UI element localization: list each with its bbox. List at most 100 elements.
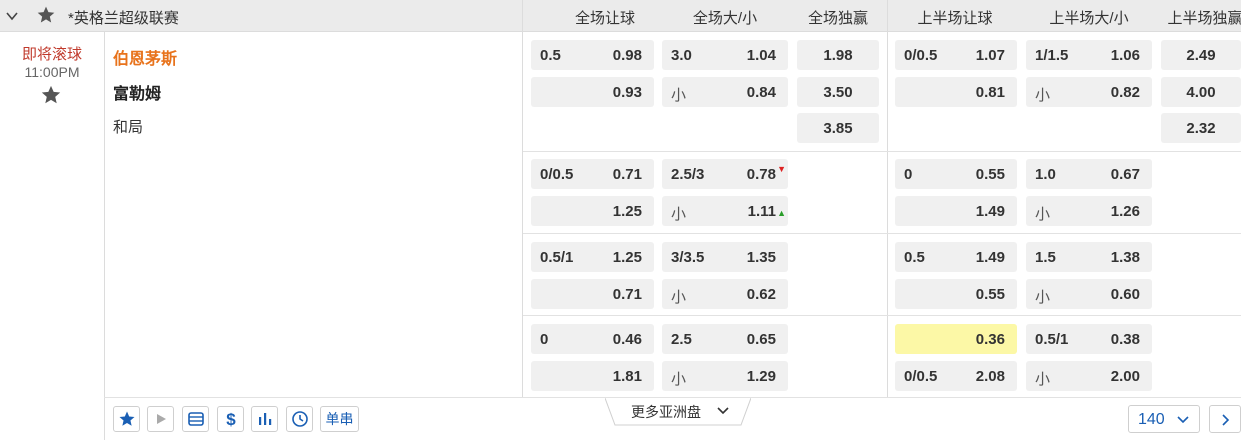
odds-cell-ht-hdp-away[interactable]: 0.55 xyxy=(895,279,1017,309)
col-ft-1x2: 全场独赢 xyxy=(807,10,868,27)
odds-cell-ht-1x2-home[interactable]: 2.49 xyxy=(1161,40,1241,70)
odds-cell-ft-hdp-home[interactable]: 0 0.46 xyxy=(531,324,654,354)
odds-value: 1.98 xyxy=(823,47,853,64)
odds-cell-ft-1x2-away[interactable]: 3.50 xyxy=(797,77,879,107)
odds-value: 2.49 xyxy=(1186,47,1216,64)
odds-value: 1.25 xyxy=(612,249,642,266)
odds-cell-ht-1x2-draw[interactable]: 2.32 xyxy=(1161,113,1241,143)
divider xyxy=(104,32,105,440)
odds-value: 0.81 xyxy=(975,84,1005,101)
odds-cell-ht-hdp-away[interactable]: 0.81 xyxy=(895,77,1017,107)
home-team: 伯恩茅斯 xyxy=(113,51,178,68)
handicap-line: 0 xyxy=(904,166,913,183)
handicap-line: 0/0.5 xyxy=(904,47,938,64)
odds-cell-ht-over[interactable]: 1.0 0.67 xyxy=(1026,159,1152,189)
total-line: 1/1.5 xyxy=(1035,47,1069,64)
odds-cell-ft-hdp-home[interactable]: 0.5/1 1.25 xyxy=(531,242,654,272)
total-line: 1.5 xyxy=(1035,249,1056,266)
odds-cell-ht-hdp-home[interactable]: 0 0.55 xyxy=(895,159,1017,189)
favorite-button[interactable] xyxy=(113,406,140,432)
odds-cell-ft-hdp-home[interactable]: 0.5 0.98 xyxy=(531,40,654,70)
odds-cell-ft-hdp-away[interactable]: 0.93 xyxy=(531,77,654,107)
odds-cell-ft-under[interactable]: 小 0.84 xyxy=(662,77,788,107)
odds-value: 0.67 xyxy=(1110,166,1140,183)
odds-cell-ht-hdp-away[interactable]: 0/0.5 2.08 xyxy=(895,361,1017,391)
handicap-line: 0 xyxy=(540,331,549,348)
odds-value: 0.62 xyxy=(746,286,776,303)
parlay-button[interactable]: 单串 xyxy=(320,406,359,432)
total-line: 2.5/3 xyxy=(671,166,705,183)
handicap-line: 0.5 xyxy=(540,47,561,64)
odds-value: 0.71 xyxy=(612,286,642,303)
odds-cell-ft-hdp-away[interactable]: 0.71 xyxy=(531,279,654,309)
odds-cell-ft-1x2-draw[interactable]: 3.85 xyxy=(797,113,879,143)
stats-button[interactable] xyxy=(251,406,278,432)
odds-cell-ht-hdp-away[interactable]: 1.49 xyxy=(895,196,1017,226)
odds-cell-ft-hdp-away[interactable]: 1.25 xyxy=(531,196,654,226)
total-line: 0.5/1 xyxy=(1035,331,1069,348)
odds-cell-ht-over[interactable]: 1/1.5 1.06 xyxy=(1026,40,1152,70)
star-icon[interactable] xyxy=(36,5,56,25)
odds-cell-ft-over[interactable]: 3.0 1.04 xyxy=(662,40,788,70)
scoreboard-button[interactable] xyxy=(182,406,209,432)
clock-icon xyxy=(291,411,308,427)
odds-value: 0.84 xyxy=(746,84,776,101)
divider xyxy=(887,0,888,398)
total-line: 3.0 xyxy=(671,47,692,64)
under-label: 小 xyxy=(1035,206,1051,223)
under-label: 小 xyxy=(671,206,687,223)
odds-cell-ft-under[interactable]: 小 1.29 xyxy=(662,361,788,391)
col-ft-handicap: 全场让球 xyxy=(574,10,635,27)
odds-cell-ft-over[interactable]: 2.5/3 0.78 ▼ xyxy=(662,159,788,189)
odds-cell-ht-hdp-home[interactable]: 0/0.5 1.07 xyxy=(895,40,1017,70)
cashout-button[interactable]: $ xyxy=(217,406,244,432)
handicap-line: 0.5 xyxy=(904,249,925,266)
chevron-right-icon xyxy=(1222,414,1230,426)
odds-cell-ft-over[interactable]: 2.5 0.65 xyxy=(662,324,788,354)
odds-cell-ft-under[interactable]: 小 0.62 xyxy=(662,279,788,309)
under-label: 小 xyxy=(671,87,687,104)
match-time-column: 即将滚球 11:00PM xyxy=(0,32,104,440)
odds-value: 3.50 xyxy=(823,84,853,101)
kickoff-time: 11:00PM xyxy=(24,64,80,80)
odds-cell-ht-under[interactable]: 小 1.26 xyxy=(1026,196,1152,226)
under-label: 小 xyxy=(1035,371,1051,388)
history-button[interactable] xyxy=(286,406,313,432)
live-stream-button[interactable] xyxy=(147,406,174,432)
more-asian-handicap-button[interactable]: 更多亚洲盘 xyxy=(605,398,751,426)
odds-cell-ft-over[interactable]: 3/3.5 1.35 xyxy=(662,242,788,272)
odds-cell-ht-over[interactable]: 1.5 1.38 xyxy=(1026,242,1152,272)
odds-cell-ht-1x2-away[interactable]: 4.00 xyxy=(1161,77,1241,107)
col-ft-over-under: 全场大/小 xyxy=(692,10,758,27)
odds-value: 0.55 xyxy=(975,166,1005,183)
odds-value: 1.49 xyxy=(975,249,1005,266)
divider xyxy=(523,233,1241,234)
page-size-select[interactable]: 140 xyxy=(1128,405,1200,433)
under-label: 小 xyxy=(671,289,687,306)
league-name[interactable]: *英格兰超级联赛 xyxy=(68,7,179,28)
league-header: *英格兰超级联赛 全场让球 全场大/小 全场独赢 上半场让球 上半场大/小 上半… xyxy=(0,0,1241,32)
under-label: 小 xyxy=(671,371,687,388)
total-line: 2.5 xyxy=(671,331,692,348)
odds-cell-ft-hdp-home[interactable]: 0/0.5 0.71 xyxy=(531,159,654,189)
next-page-button[interactable] xyxy=(1209,405,1241,433)
odds-value: 4.00 xyxy=(1186,84,1216,101)
odds-cell-ht-under[interactable]: 小 0.60 xyxy=(1026,279,1152,309)
odds-cell-ht-over[interactable]: 0.5/1 0.38 xyxy=(1026,324,1152,354)
odds-value: 0.98 xyxy=(612,47,642,64)
star-icon[interactable] xyxy=(40,84,62,106)
odds-cell-ht-under[interactable]: 小 0.82 xyxy=(1026,77,1152,107)
dollar-icon: $ xyxy=(226,410,236,428)
odds-cell-ft-under[interactable]: 小 1.11 ▲ xyxy=(662,196,788,226)
odds-cell-ht-hdp-home-selected[interactable]: 0.36 xyxy=(895,324,1017,354)
svg-text:$: $ xyxy=(226,410,236,428)
odds-cell-ht-hdp-home[interactable]: 0.5 1.49 xyxy=(895,242,1017,272)
odds-cell-ft-hdp-away[interactable]: 1.81 xyxy=(531,361,654,391)
odds-value: 0.46 xyxy=(612,331,642,348)
odds-cell-ht-under[interactable]: 小 2.00 xyxy=(1026,361,1152,391)
odds-value: 1.29 xyxy=(746,368,776,385)
odds-value: 1.07 xyxy=(975,47,1005,64)
handicap-line: 0.5/1 xyxy=(540,249,574,266)
chevron-down-icon[interactable] xyxy=(5,9,19,23)
odds-cell-ft-1x2-home[interactable]: 1.98 xyxy=(797,40,879,70)
